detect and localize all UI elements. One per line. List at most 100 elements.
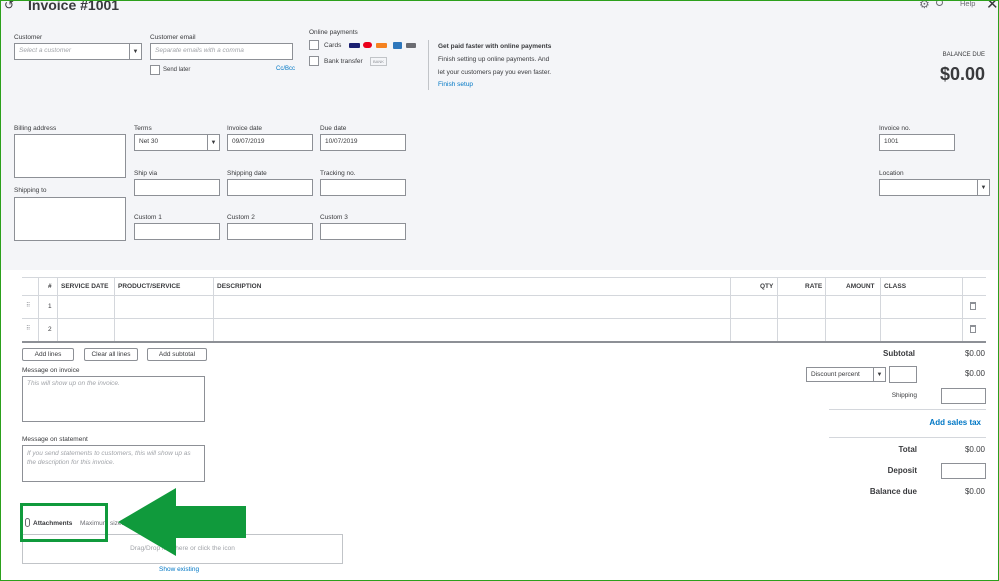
custom-3-input[interactable] [320, 223, 406, 240]
discount-type-value: Discount percent [811, 371, 860, 378]
shipping-to-label: Shipping to [14, 187, 47, 194]
ship-via-input[interactable] [134, 179, 220, 196]
tracking-no-label: Tracking no. [320, 170, 356, 177]
customer-email-input[interactable]: Separate emails with a comma [150, 43, 293, 60]
column-divider [213, 277, 214, 341]
history-icon[interactable]: ↺ [4, 0, 14, 12]
column-divider [57, 277, 58, 341]
trash-icon[interactable] [970, 302, 976, 310]
table-row-line [22, 318, 986, 319]
help-link[interactable]: Help [960, 0, 975, 8]
column-header-qty: QTY [760, 283, 774, 290]
message-on-invoice-input[interactable]: This will show up on the invoice. [22, 376, 205, 422]
chevron-down-icon[interactable]: ▼ [873, 368, 885, 381]
discount-type-select[interactable]: Discount percent ▼ [806, 367, 886, 382]
column-header-number: # [48, 283, 52, 290]
add-sales-tax-link[interactable]: Add sales tax [929, 418, 981, 427]
balance-due-label-bottom: Balance due [869, 487, 917, 496]
discount-value: $0.00 [964, 369, 985, 378]
due-date-label: Due date [320, 125, 347, 132]
visa-icon [349, 43, 360, 48]
invoice-no-value: 1001 [884, 138, 899, 145]
cards-label: Cards [324, 42, 342, 49]
column-divider [114, 277, 115, 341]
message-on-invoice-label: Message on invoice [22, 367, 80, 374]
show-existing-link[interactable]: Show existing [159, 566, 199, 573]
clear-all-lines-button[interactable]: Clear all lines [84, 348, 138, 361]
send-later-label: Send later [163, 67, 191, 73]
help-icon[interactable] [936, 0, 943, 6]
custom-3-label: Custom 3 [320, 214, 348, 221]
balance-due-value-bottom: $0.00 [964, 487, 985, 496]
chevron-down-icon[interactable]: ▼ [129, 44, 141, 59]
shipping-date-label: Shipping date [227, 170, 267, 177]
terms-select[interactable]: Net 30 ▼ [134, 134, 220, 151]
subtotal-value: $0.00 [964, 349, 985, 358]
shipping-date-input[interactable] [227, 179, 313, 196]
drag-handle-icon[interactable]: ⠿ [26, 325, 30, 332]
column-header-rate: RATE [805, 283, 823, 290]
trash-icon[interactable] [970, 325, 976, 333]
customer-label: Customer [14, 34, 43, 41]
promo-title: Get paid faster with online payments [438, 43, 552, 50]
totals-divider [829, 437, 986, 438]
send-later-checkbox[interactable] [150, 65, 160, 75]
message-on-statement-placeholder-1: If you send statements to customers, thi… [27, 450, 191, 457]
shipping-to-input[interactable] [14, 197, 126, 241]
table-header-line [22, 295, 986, 296]
location-label: Location [879, 170, 904, 177]
invoice-date-value: 09/07/2019 [232, 138, 265, 145]
row-number: 2 [48, 326, 52, 333]
add-subtotal-button[interactable]: Add subtotal [147, 348, 207, 361]
billing-address-input[interactable] [14, 134, 126, 178]
customer-email-label: Customer email [150, 34, 196, 41]
column-divider [38, 277, 39, 341]
chevron-down-icon[interactable]: ▼ [207, 135, 219, 150]
chevron-down-icon[interactable]: ▼ [977, 180, 989, 195]
tracking-no-input[interactable] [320, 179, 406, 196]
cc-bcc-link[interactable]: Cc/Bcc [276, 66, 295, 72]
billing-address-label: Billing address [14, 125, 57, 132]
table-top-line [22, 277, 986, 278]
invoice-date-input[interactable]: 09/07/2019 [227, 134, 313, 151]
custom-2-label: Custom 2 [227, 214, 255, 221]
page-title: Invoice #1001 [28, 0, 120, 13]
promo-line-2: let your customers pay you even faster. [438, 69, 552, 76]
invoice-no-label: Invoice no. [879, 125, 911, 132]
close-icon[interactable]: ✕ [986, 0, 999, 13]
custom-2-input[interactable] [227, 223, 313, 240]
deposit-label: Deposit [887, 466, 917, 475]
custom-1-input[interactable] [134, 223, 220, 240]
gear-icon[interactable]: ⚙ [919, 0, 930, 11]
subtotal-label: Subtotal [883, 349, 915, 358]
column-divider [880, 277, 881, 341]
message-on-invoice-placeholder: This will show up on the invoice. [27, 380, 120, 387]
invoice-no-input[interactable]: 1001 [879, 134, 955, 151]
add-lines-button[interactable]: Add lines [22, 348, 74, 361]
balance-due-amount: $0.00 [939, 64, 985, 84]
online-payments-label: Online payments [309, 29, 358, 36]
cards-checkbox[interactable] [309, 40, 319, 50]
bank-transfer-checkbox[interactable] [309, 56, 319, 66]
customer-select[interactable]: Select a customer ▼ [14, 43, 142, 60]
column-header-class: CLASS [884, 283, 907, 290]
finish-setup-link[interactable]: Finish setup [438, 81, 473, 88]
due-date-input[interactable]: 10/07/2019 [320, 134, 406, 151]
discover-icon [376, 43, 387, 48]
apple-pay-icon [406, 43, 416, 48]
location-select[interactable]: ▼ [879, 179, 990, 196]
message-on-statement-input[interactable]: If you send statements to customers, thi… [22, 445, 205, 482]
annotation-arrow-icon [118, 488, 246, 556]
message-on-statement-placeholder-2: the description for this invoice. [27, 459, 115, 466]
custom-1-label: Custom 1 [134, 214, 162, 221]
amex-icon [393, 42, 402, 49]
column-divider [825, 277, 826, 341]
totals-divider [829, 409, 986, 410]
discount-input[interactable] [889, 366, 917, 383]
drag-handle-icon[interactable]: ⠿ [26, 302, 30, 309]
shipping-input[interactable] [941, 388, 986, 404]
column-header-description: DESCRIPTION [217, 283, 262, 290]
invoice-header-panel: ↺ Invoice #1001 ⚙ Help ✕ Customer Select… [0, 0, 999, 270]
balance-due-label: BALANCE DUE [942, 52, 985, 58]
deposit-input[interactable] [941, 463, 986, 479]
